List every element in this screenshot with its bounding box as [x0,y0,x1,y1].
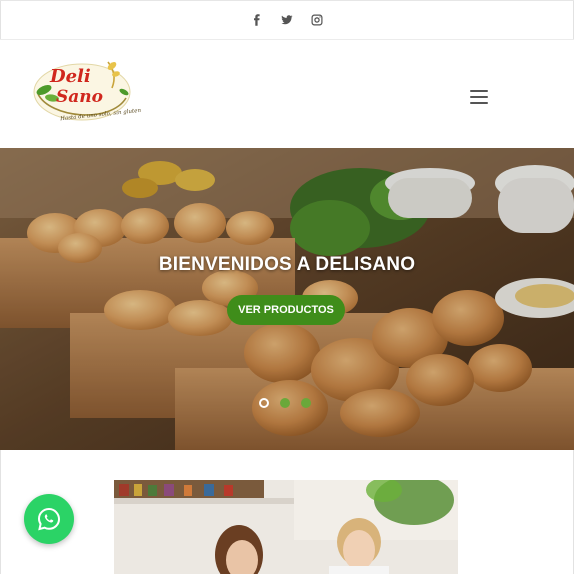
site-header: Deli Sano Hasta de uno solo, sin gluten [0,40,574,148]
about-photo [114,480,458,574]
hero-slider: BIENVENIDOS A DELISANO VER PRODUCTOS [0,148,574,450]
hamburger-menu-icon[interactable] [470,90,488,104]
facebook-icon[interactable] [249,12,265,28]
menu-line [470,102,488,104]
twitter-icon[interactable] [279,12,295,28]
slider-dots [259,398,311,408]
whatsapp-glyph [37,507,61,531]
logo-text-deli: Deli [50,66,91,87]
menu-line [470,90,488,92]
whatsapp-icon[interactable] [24,494,74,544]
about-image [114,480,458,574]
hero-title: BIENVENIDOS A DELISANO [158,254,416,275]
social-bar [0,0,574,40]
logo[interactable]: Deli Sano Hasta de uno solo, sin gluten [30,58,141,128]
slider-dot-3[interactable] [301,398,311,408]
logo-text-sano: Sano [56,87,103,107]
instagram-icon[interactable] [309,12,325,28]
slider-dot-2[interactable] [280,398,290,408]
menu-line [470,96,488,98]
ver-productos-button[interactable]: VER PRODUCTOS [227,295,345,325]
slider-dot-1[interactable] [259,398,269,408]
